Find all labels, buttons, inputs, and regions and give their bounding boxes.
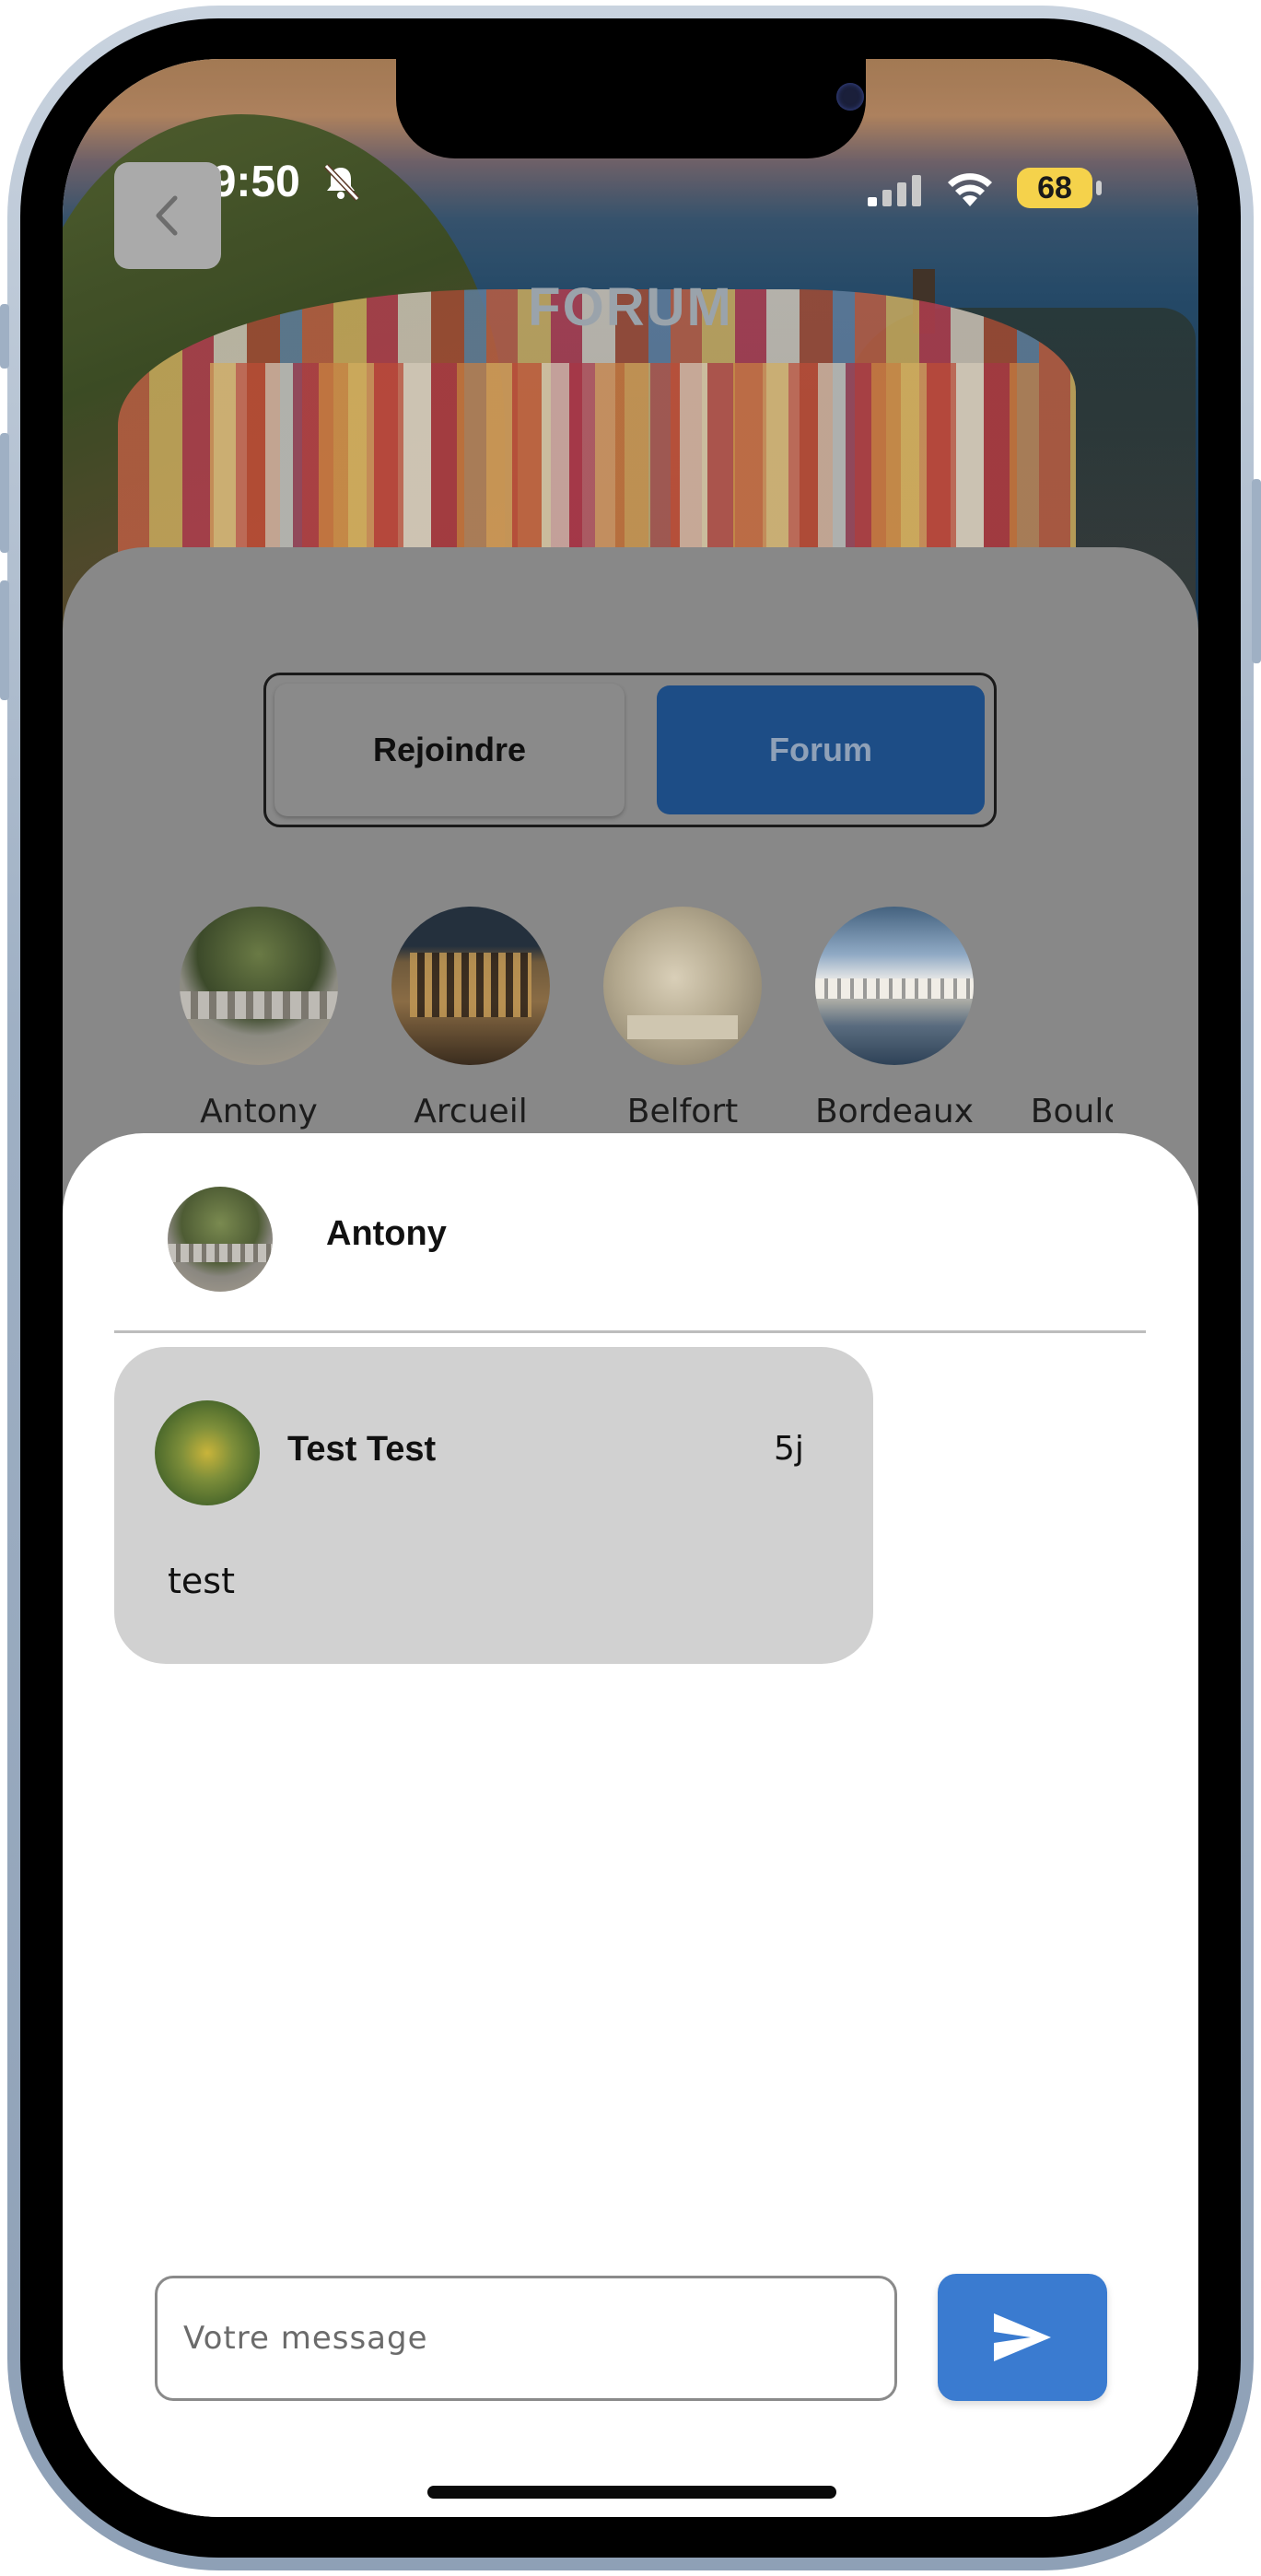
- front-camera: [836, 83, 864, 111]
- city-avatar: [391, 907, 550, 1065]
- forum-avatar: [168, 1187, 273, 1292]
- city-name: Antony: [200, 1093, 318, 1130]
- wifi-icon: [948, 173, 992, 206]
- city-item[interactable]: Bordeaux: [798, 907, 991, 1130]
- bell-slash-icon: [323, 163, 360, 202]
- city-item[interactable]: Belfort: [586, 907, 779, 1130]
- city-avatar: [815, 907, 974, 1065]
- tab-forum-label[interactable]: Forum: [657, 685, 985, 814]
- city-item[interactable]: Arcueil: [374, 907, 567, 1130]
- message-input[interactable]: [155, 2276, 897, 2401]
- volume-down-button: [0, 580, 9, 700]
- power-button: [1252, 479, 1261, 663]
- page-title: FORUM: [528, 277, 733, 337]
- chevron-left-icon: [156, 195, 178, 236]
- cellular-signal-icon: [868, 175, 921, 206]
- notch: [396, 59, 866, 158]
- city-item[interactable]: Antony: [162, 907, 356, 1130]
- volume-up-button: [0, 433, 9, 553]
- home-indicator[interactable]: [427, 2486, 836, 2499]
- city-name: Arcueil: [414, 1093, 528, 1130]
- city-name: Boulog: [1030, 1093, 1113, 1130]
- message-author: Test Test: [287, 1430, 437, 1469]
- silent-switch: [0, 304, 9, 369]
- tab-rejoindre-label[interactable]: Rejoindre: [274, 684, 625, 816]
- battery-tip: [1096, 181, 1102, 195]
- forum-title: Antony: [326, 1214, 447, 1253]
- battery-level: 68: [1037, 170, 1072, 205]
- divider: [114, 1330, 1146, 1333]
- avatar: [155, 1400, 260, 1505]
- paper-plane-icon: [994, 2313, 1051, 2361]
- send-button[interactable]: [938, 2274, 1107, 2401]
- city-name: Belfort: [626, 1093, 739, 1130]
- message-text: test: [168, 1561, 235, 1601]
- city-name: Bordeaux: [814, 1093, 975, 1130]
- phone-frame: FORUM 19:50 68 Rejoindre Forum Antony Ar…: [0, 0, 1261, 2576]
- city-item[interactable]: Boulog: [991, 907, 1113, 1130]
- city-avatar: [180, 907, 338, 1065]
- city-avatar: [1009, 907, 1113, 1065]
- message-card: [114, 1347, 873, 1664]
- message-time: 5j: [774, 1430, 804, 1468]
- screen: FORUM 19:50 68 Rejoindre Forum Antony Ar…: [63, 59, 1198, 2517]
- city-avatar: [603, 907, 762, 1065]
- back-button[interactable]: [114, 162, 221, 269]
